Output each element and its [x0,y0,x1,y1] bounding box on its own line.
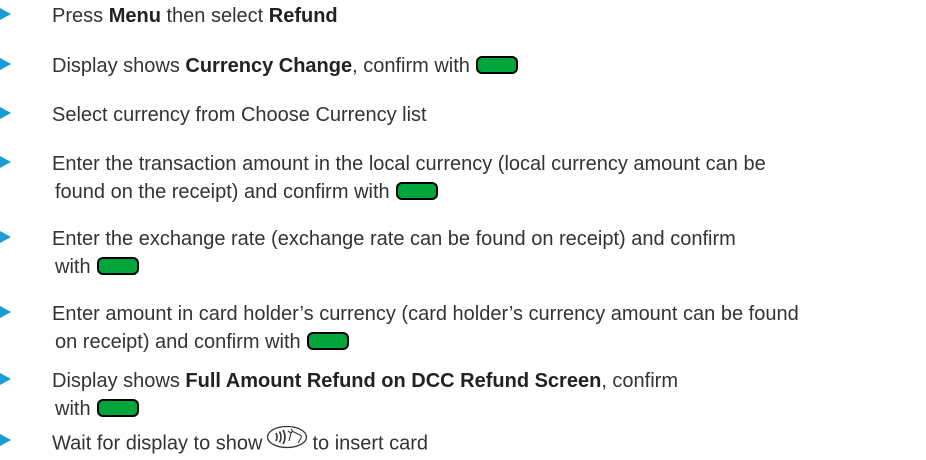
triangle-bullet-icon [0,231,11,243]
step-text-segment: with [55,256,91,278]
step-text-segment: Wait for display to show [52,432,263,455]
triangle-bullet-icon [0,434,11,446]
step-text: Select currency from Choose Currency lis… [52,101,912,129]
step-text: Enter amount in card holder’s currency (… [52,300,912,356]
step-text-bold: Full Amount Refund on DCC Refund Screen [185,370,602,392]
step-text-segment: on receipt) and confirm with [55,331,301,353]
step-text-line: on receipt) and confirm with [52,328,912,356]
triangle-bullet-icon [0,58,11,70]
step-text-segment: Enter amount in card holder’s currency (… [52,303,799,325]
triangle-bullet-icon [0,107,11,119]
step-text: Wait for display to show to insert card [52,425,912,460]
green-ok-button-icon [96,256,139,275]
step-text-segment: to insert card [312,432,429,455]
step-text: Press Menu then select Refund [52,2,912,30]
step-text-line: with [52,253,912,281]
step-text: Enter the transaction amount in the loca… [52,150,912,206]
triangle-bullet-icon [0,156,11,168]
step-text-segment: Enter the exchange rate (exchange rate c… [52,228,736,250]
step-text-segment: Select currency from Choose Currency lis… [52,104,427,126]
green-ok-button-icon [395,181,438,200]
step-text-segment: , confirm [601,370,678,392]
step-text-bold: Menu [108,5,161,27]
triangle-bullet-icon [0,306,11,318]
green-ok-button-icon [475,55,518,74]
step-text-segment: Display shows [52,55,186,77]
step-text-segment: found on the receipt) and confirm with [55,181,390,203]
step-text-segment: Enter the transaction amount in the loca… [52,153,766,175]
triangle-bullet-icon [0,373,11,385]
step-text-segment: , confirm with [352,55,470,77]
step-text-line: with [52,395,912,423]
step-text-segment: Press [52,5,109,27]
step-text: Display shows Full Amount Refund on DCC … [52,367,912,423]
contactless-card-icon [266,425,308,457]
step-text-bold: Refund [268,5,338,27]
step-text-bold: Currency Change [185,55,353,77]
step-text-segment: Display shows [52,370,186,392]
step-text-line: found on the receipt) and confirm with [52,178,912,206]
green-ok-button-icon [306,331,349,350]
triangle-bullet-icon [0,8,11,20]
green-ok-button-icon [96,398,139,417]
step-text-segment: then select [160,5,269,27]
step-text-segment: with [55,398,91,420]
step-text: Display shows Currency Change, confirm w… [52,52,912,80]
step-text: Enter the exchange rate (exchange rate c… [52,225,912,281]
